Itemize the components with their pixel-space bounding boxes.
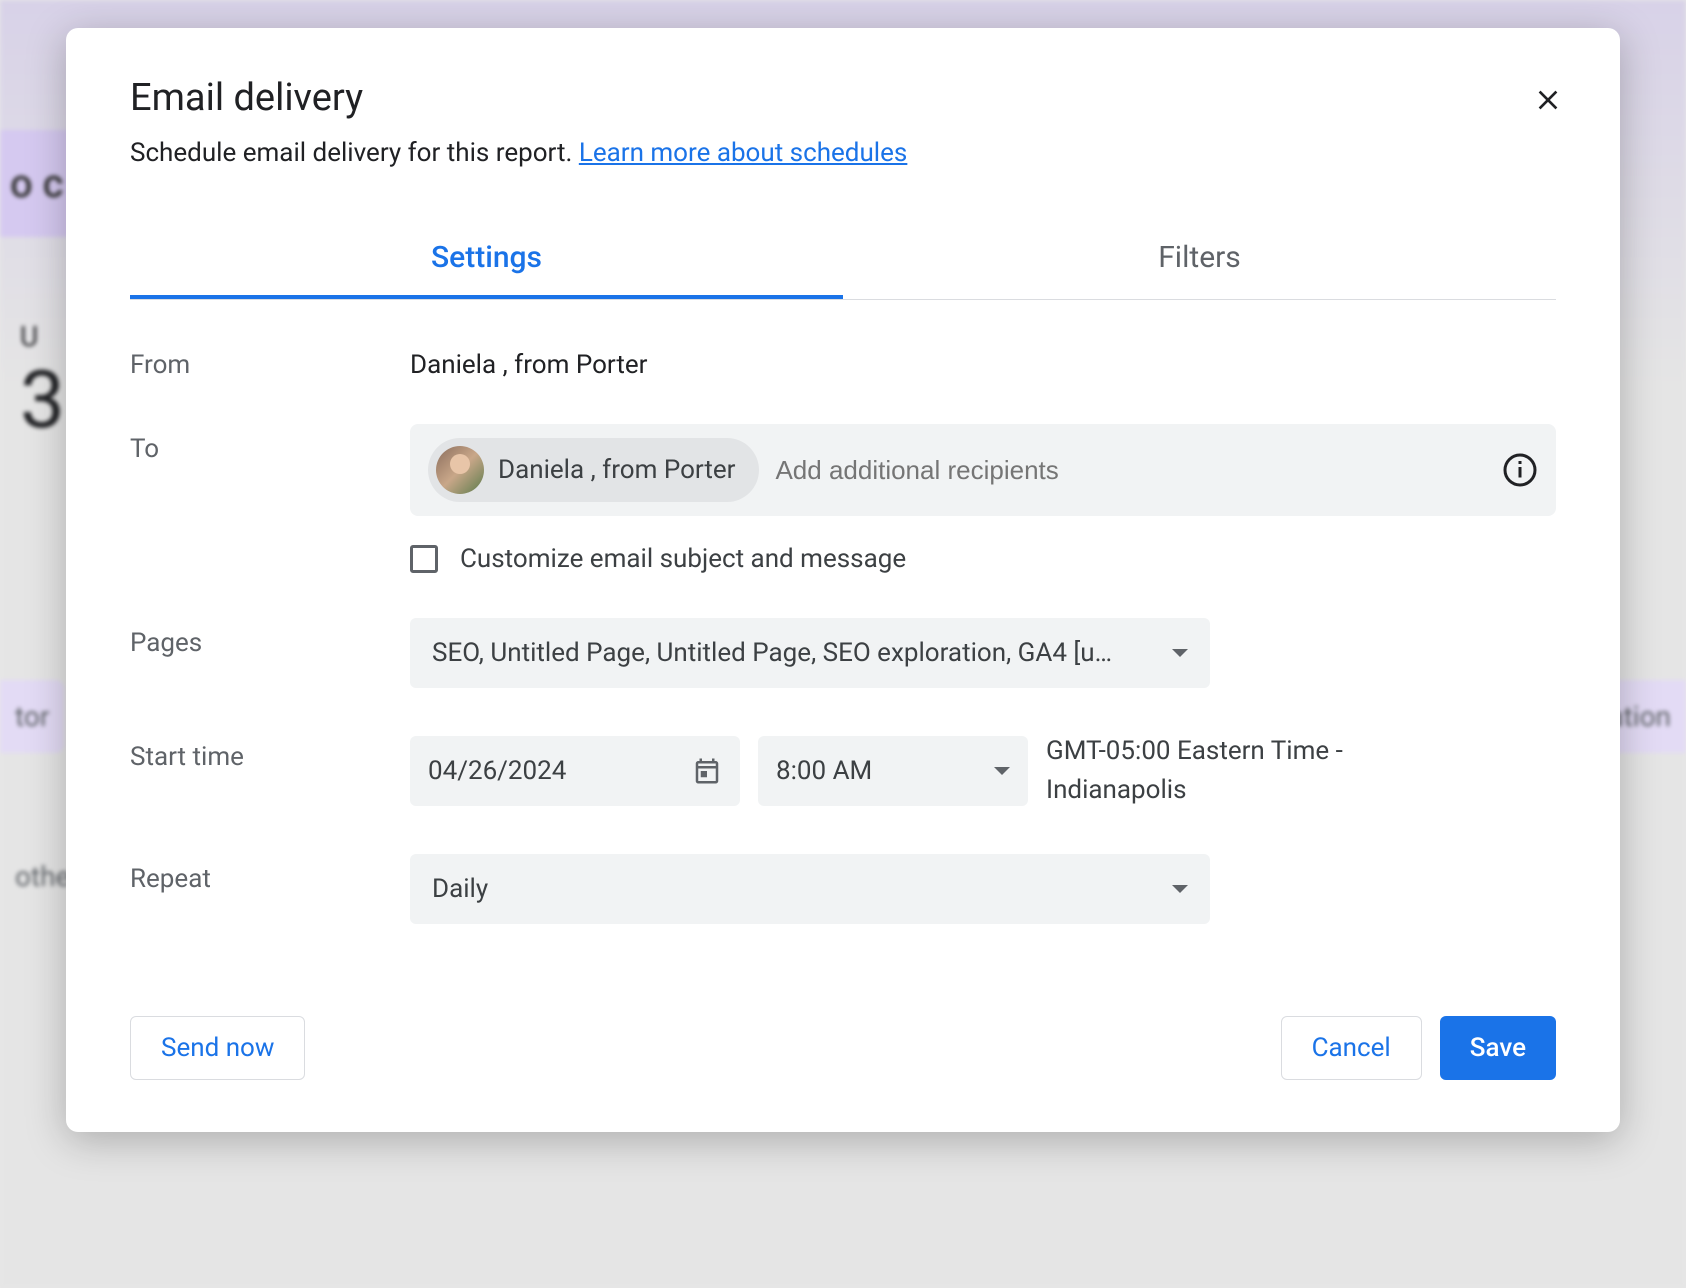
backdrop-tag: o c [0, 130, 74, 237]
calendar-icon [692, 756, 722, 786]
pages-row: Pages SEO, Untitled Page, Untitled Page,… [130, 618, 1556, 688]
tab-settings[interactable]: Settings [130, 220, 843, 299]
from-label: From [130, 340, 410, 380]
modal-header: Email delivery Schedule email delivery f… [66, 28, 1620, 192]
backdrop-chip1: tor [0, 680, 64, 753]
repeat-value: Daily [432, 874, 488, 904]
info-icon[interactable] [1502, 452, 1538, 488]
learn-more-link[interactable]: Learn more about schedules [579, 138, 908, 168]
modal-footer: Send now Cancel Save [66, 988, 1620, 1132]
send-now-button[interactable]: Send now [130, 1016, 305, 1080]
start-time-label: Start time [130, 732, 410, 772]
repeat-select[interactable]: Daily [410, 854, 1210, 924]
repeat-label: Repeat [130, 854, 410, 894]
form-body: From Daniela , from Porter To Daniela , … [66, 300, 1620, 988]
tabs: Settings Filters [130, 220, 1556, 300]
from-row: From Daniela , from Porter [130, 340, 1556, 380]
chevron-down-icon [994, 767, 1010, 775]
cancel-button[interactable]: Cancel [1281, 1016, 1422, 1080]
customize-checkbox[interactable] [410, 545, 438, 573]
recipients-field[interactable]: Daniela , from Porter [410, 424, 1556, 516]
close-icon [1532, 84, 1564, 116]
date-value: 04/26/2024 [428, 756, 566, 786]
close-button[interactable] [1524, 76, 1572, 124]
start-time-row: Start time 04/26/2024 8:00 AM GMT-05:00 … [130, 732, 1556, 810]
modal-title: Email delivery [130, 76, 1556, 120]
recipient-chip[interactable]: Daniela , from Porter [428, 438, 759, 502]
customize-row: Customize email subject and message [410, 544, 1556, 574]
add-recipients-input[interactable] [775, 455, 1486, 486]
to-label: To [130, 424, 410, 464]
date-picker[interactable]: 04/26/2024 [410, 736, 740, 806]
timezone: GMT-05:00 Eastern Time - Indianapolis [1046, 732, 1386, 810]
to-row: To Daniela , from Porter Customize email… [130, 424, 1556, 574]
time-picker[interactable]: 8:00 AM [758, 736, 1028, 806]
repeat-row: Repeat Daily [130, 854, 1556, 924]
chevron-down-icon [1172, 885, 1188, 893]
time-value: 8:00 AM [776, 756, 872, 786]
footer-right: Cancel Save [1281, 1016, 1556, 1080]
backdrop-metric: U 3 [20, 320, 65, 447]
email-delivery-modal: Email delivery Schedule email delivery f… [66, 28, 1620, 1132]
from-value: Daniela , from Porter [410, 340, 1556, 380]
tab-filters[interactable]: Filters [843, 220, 1556, 299]
pages-value: SEO, Untitled Page, Untitled Page, SEO e… [432, 638, 1112, 668]
pages-label: Pages [130, 618, 410, 658]
modal-subtitle: Schedule email delivery for this report.… [130, 138, 1556, 168]
chevron-down-icon [1172, 649, 1188, 657]
chip-text: Daniela , from Porter [498, 455, 735, 485]
customize-label: Customize email subject and message [460, 544, 906, 574]
avatar [436, 446, 484, 494]
pages-select[interactable]: SEO, Untitled Page, Untitled Page, SEO e… [410, 618, 1210, 688]
save-button[interactable]: Save [1440, 1016, 1556, 1080]
